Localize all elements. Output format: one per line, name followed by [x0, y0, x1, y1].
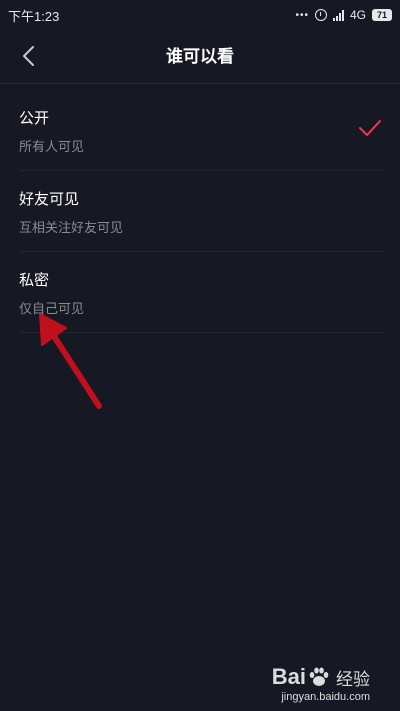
network-type: 4G: [349, 8, 366, 22]
option-title: 公开: [19, 109, 50, 127]
option-private[interactable]: 私密 仅自己可见: [0, 252, 400, 333]
watermark-url: jingyan.baidu.com: [281, 691, 370, 703]
watermark-brand-right: 经验: [336, 669, 370, 690]
battery-icon: 71: [372, 9, 392, 21]
watermark-logo: Bai 经验: [272, 664, 370, 690]
option-subtitle: 所有人可见: [19, 140, 85, 155]
baidu-watermark: Bai 经验 jingyan.baidu.com: [272, 664, 370, 703]
option-title: 好友可见: [19, 190, 80, 208]
check-icon: [359, 120, 381, 136]
nav-bar: 谁可以看: [0, 30, 400, 84]
divider: [19, 332, 383, 333]
option-subtitle: 互相关注好友可见: [19, 221, 124, 236]
page-title: 谁可以看: [166, 47, 234, 67]
option-friends[interactable]: 好友可见 互相关注好友可见: [0, 171, 400, 252]
option-title: 私密: [19, 271, 50, 289]
option-public[interactable]: 公开 所有人可见: [0, 90, 400, 171]
visibility-options: 公开 所有人可见 好友可见 互相关注好友可见 私密 仅自己可见: [0, 90, 400, 333]
paw-icon: [309, 667, 329, 686]
status-icons: ••• 4G 71: [295, 8, 392, 22]
signal-icon: [332, 9, 344, 21]
option-subtitle: 仅自己可见: [19, 302, 85, 317]
status-time: 下午1:23: [8, 8, 60, 24]
alarm-icon: [314, 9, 327, 21]
watermark-brand-left: Bai: [271, 664, 306, 689]
status-bar: 下午1:23 ••• 4G 71: [0, 0, 400, 30]
notification-dots: •••: [295, 9, 309, 21]
